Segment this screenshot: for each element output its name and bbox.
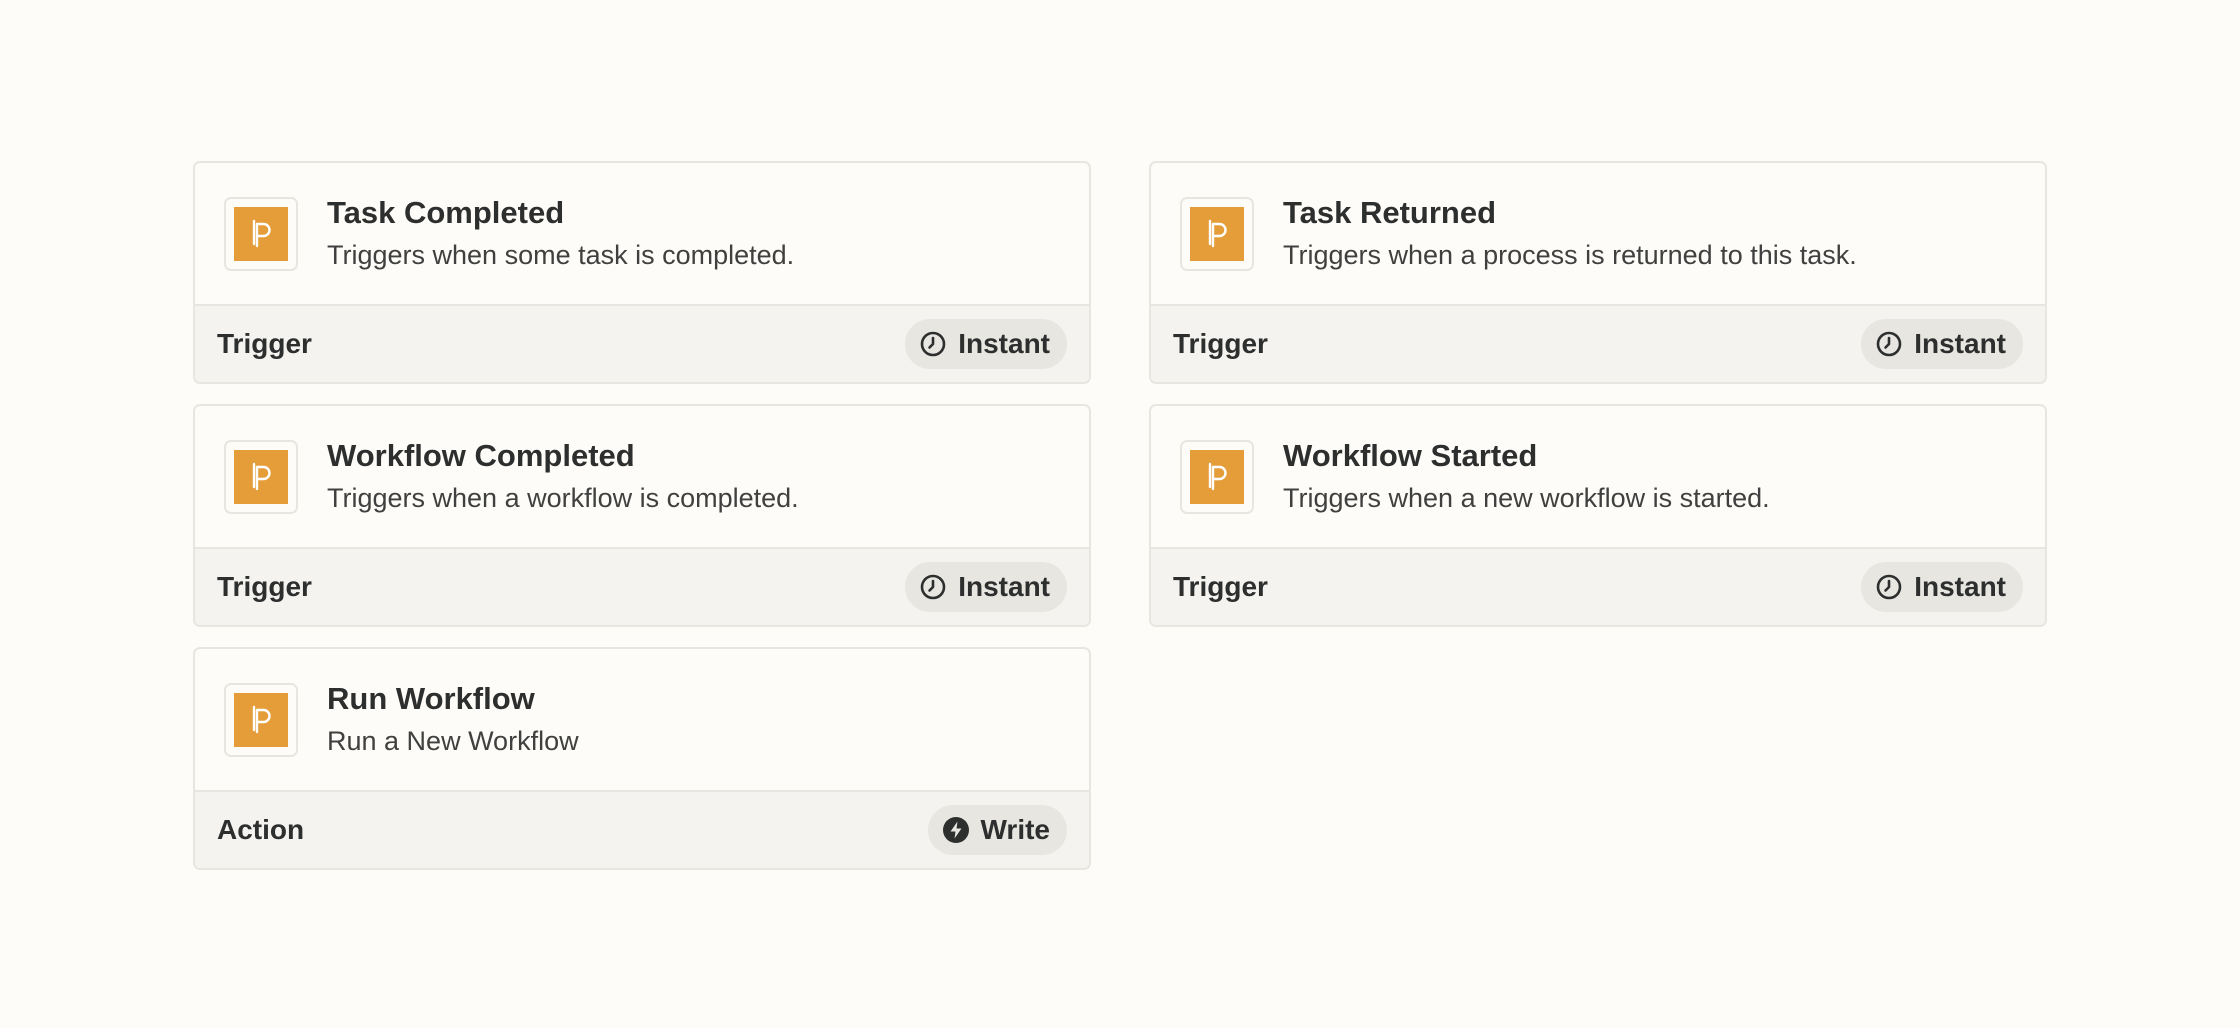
- card-main: Workflow Started Triggers when a new wor…: [1151, 406, 2045, 547]
- card-run-workflow[interactable]: Run Workflow Run a New Workflow Action W…: [193, 647, 1091, 870]
- card-title: Task Returned: [1283, 194, 1497, 230]
- card-text: Task Completed Triggers when some task i…: [327, 193, 794, 273]
- instant-badge: Instant: [1861, 562, 2023, 612]
- card-title: Workflow Completed: [327, 437, 635, 473]
- card-type-label: Action: [217, 814, 305, 845]
- badge-label: Instant: [1914, 571, 2006, 602]
- card-description: Run a New Workflow: [327, 725, 579, 756]
- process-street-logo-icon: [234, 692, 288, 747]
- card-footer: Trigger Instant: [1151, 304, 2045, 382]
- app-icon-tile: [224, 196, 298, 271]
- clock-icon: [919, 330, 947, 358]
- instant-badge: Instant: [905, 319, 1067, 369]
- card-text: Run Workflow Run a New Workflow: [327, 679, 579, 759]
- process-street-logo-icon: [234, 206, 288, 261]
- card-main: Run Workflow Run a New Workflow: [195, 649, 1089, 790]
- badge-label: Instant: [958, 328, 1050, 359]
- card-type-label: Trigger: [1173, 328, 1268, 359]
- card-description: Triggers when a process is returned to t…: [1283, 239, 1857, 270]
- card-task-completed[interactable]: Task Completed Triggers when some task i…: [193, 161, 1091, 384]
- card-type-label: Trigger: [217, 328, 312, 359]
- card-footer: Trigger Instant: [195, 547, 1089, 625]
- card-footer: Action Write: [195, 790, 1089, 868]
- card-text: Task Returned Triggers when a process is…: [1283, 193, 1857, 273]
- card-text: Workflow Started Triggers when a new wor…: [1283, 436, 1770, 516]
- card-description: Triggers when a new workflow is started.: [1283, 482, 1770, 513]
- badge-label: Write: [980, 814, 1051, 845]
- app-icon-tile: [224, 439, 298, 514]
- instant-badge: Instant: [1861, 319, 2023, 369]
- lightning-bolt-icon: [942, 816, 970, 844]
- write-badge: Write: [927, 805, 1067, 855]
- clock-icon: [1875, 573, 1903, 601]
- card-title: Task Completed: [327, 194, 565, 230]
- app-icon-tile: [224, 682, 298, 757]
- clock-icon: [919, 573, 947, 601]
- card-type-label: Trigger: [1173, 571, 1268, 602]
- card-title: Run Workflow: [327, 680, 535, 716]
- card-description: Triggers when a workflow is completed.: [327, 482, 799, 513]
- app-icon-tile: [1180, 196, 1254, 271]
- process-street-logo-icon: [1190, 449, 1244, 504]
- instant-badge: Instant: [905, 562, 1067, 612]
- badge-label: Instant: [1914, 328, 2006, 359]
- process-street-logo-icon: [234, 449, 288, 504]
- card-text: Workflow Completed Triggers when a workf…: [327, 436, 799, 516]
- card-footer: Trigger Instant: [195, 304, 1089, 382]
- card-description: Triggers when some task is completed.: [327, 239, 795, 270]
- card-type-label: Trigger: [217, 571, 312, 602]
- card-workflow-completed[interactable]: Workflow Completed Triggers when a workf…: [193, 404, 1091, 627]
- card-main: Task Completed Triggers when some task i…: [195, 163, 1089, 304]
- trigger-action-grid: Task Completed Triggers when some task i…: [193, 161, 2047, 870]
- card-footer: Trigger Instant: [1151, 547, 2045, 625]
- card-task-returned[interactable]: Task Returned Triggers when a process is…: [1149, 161, 2047, 384]
- card-workflow-started[interactable]: Workflow Started Triggers when a new wor…: [1149, 404, 2047, 627]
- clock-icon: [1875, 330, 1903, 358]
- badge-label: Instant: [958, 571, 1050, 602]
- card-main: Task Returned Triggers when a process is…: [1151, 163, 2045, 304]
- process-street-logo-icon: [1190, 206, 1244, 261]
- card-main: Workflow Completed Triggers when a workf…: [195, 406, 1089, 547]
- app-icon-tile: [1180, 439, 1254, 514]
- card-title: Workflow Started: [1283, 437, 1538, 473]
